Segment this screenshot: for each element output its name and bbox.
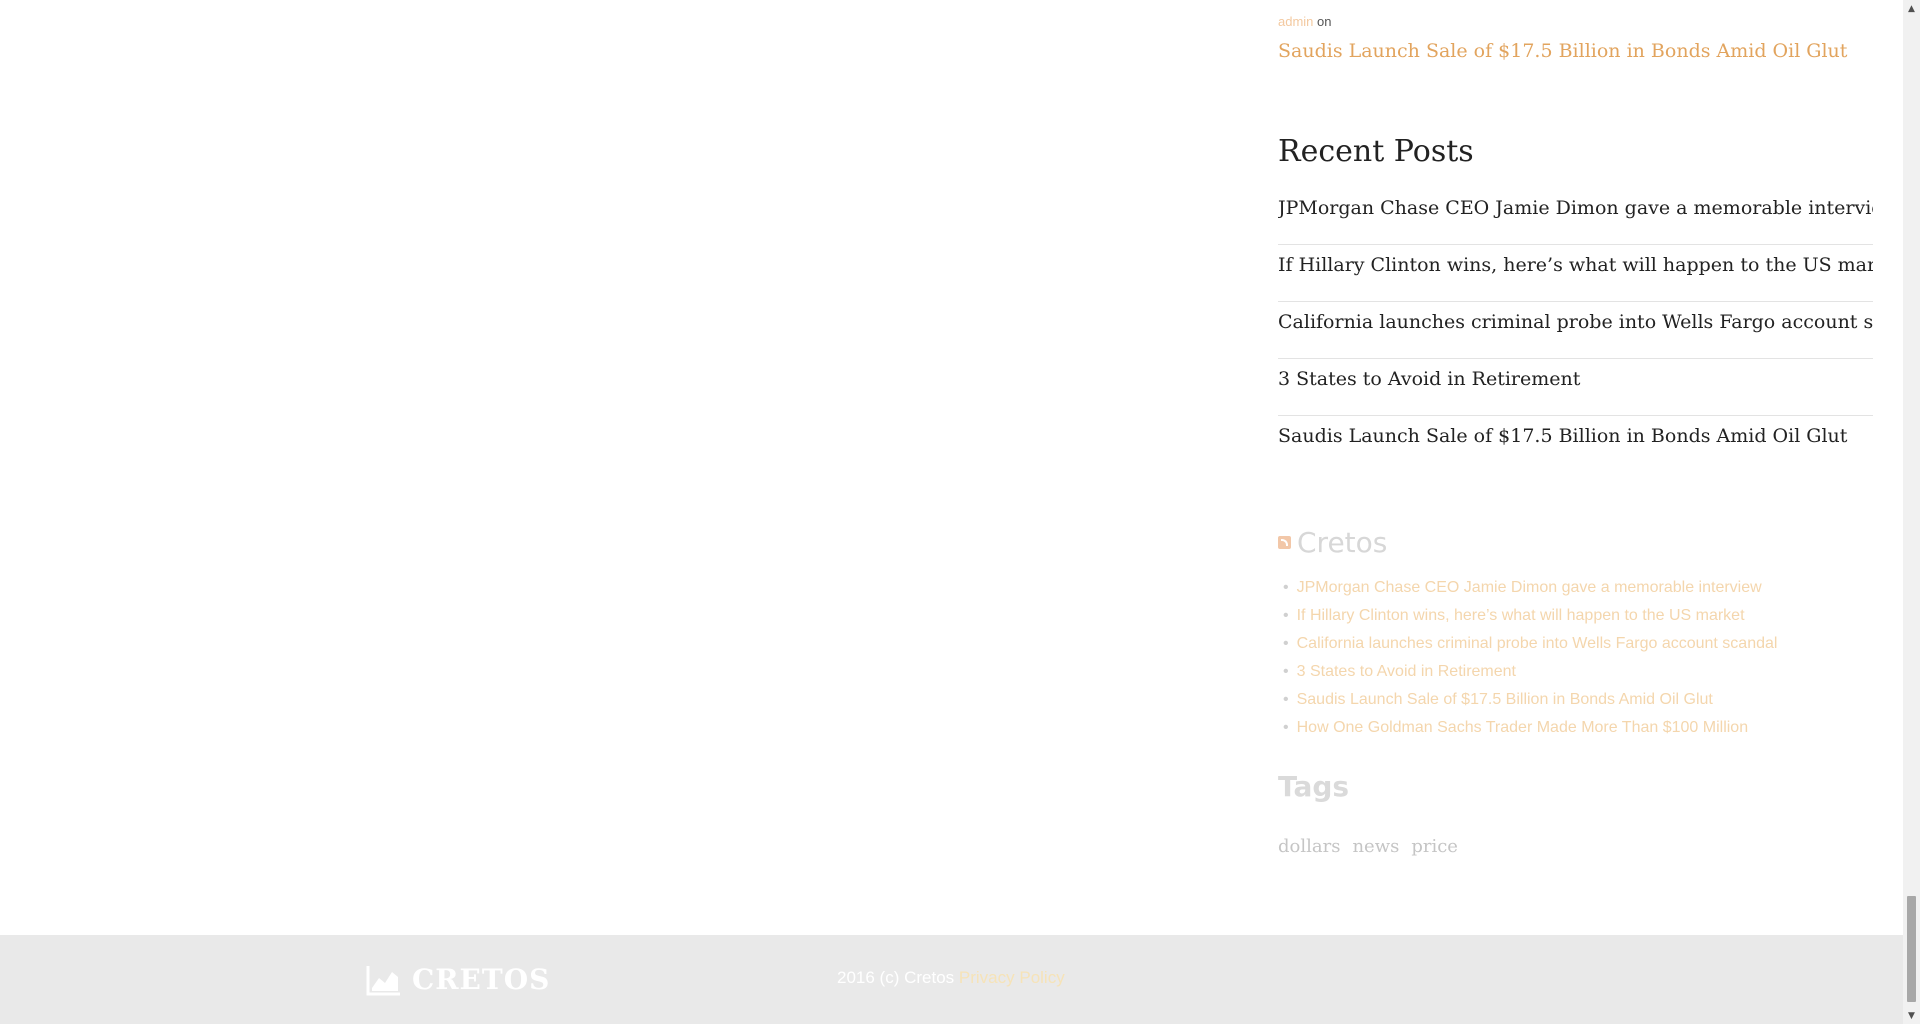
footer-logo-text: CRETOS xyxy=(412,963,551,996)
rss-item: • Saudis Launch Sale of $17.5 Billion in … xyxy=(1283,686,1777,714)
privacy-policy-link[interactable]: Privacy Policy xyxy=(959,968,1065,987)
rss-item: • California launches criminal probe into… xyxy=(1283,630,1777,658)
recent-posts-title: Recent Posts xyxy=(1278,134,1474,169)
footer-copyright: 2016 (c) Cretos Privacy Policy xyxy=(837,968,1065,988)
rss-item-link[interactable]: 3 States to Avoid in Retirement xyxy=(1297,663,1516,680)
rss-icon[interactable] xyxy=(1278,536,1291,549)
recent-posts-list: JPMorgan Chase CEO Jamie Dimon gave a me… xyxy=(1278,188,1873,473)
recent-post-link[interactable]: 3 States to Avoid in Retirement xyxy=(1278,359,1873,416)
scroll-down-arrow-icon[interactable]: ▼ xyxy=(1903,1007,1920,1024)
bullet-icon: • xyxy=(1283,663,1289,680)
recent-comment-meta: admin on xyxy=(1278,14,1332,29)
comment-on-text: on xyxy=(1317,14,1332,29)
rss-item-link[interactable]: If Hillary Clinton wins, here’s what wil… xyxy=(1297,607,1745,624)
rss-item: • How One Goldman Sachs Trader Made More … xyxy=(1283,714,1777,742)
chart-icon xyxy=(366,965,400,995)
rss-widget-title: Cretos xyxy=(1278,526,1387,559)
comment-author-link[interactable]: admin xyxy=(1278,14,1313,29)
tag-link[interactable]: news xyxy=(1352,836,1399,857)
rss-item: • If Hillary Clinton wins, here’s what wi… xyxy=(1283,602,1777,630)
recent-post-link[interactable]: California launches criminal probe into … xyxy=(1278,302,1873,359)
rss-item-link[interactable]: California launches criminal probe into … xyxy=(1297,635,1778,652)
comment-post-link[interactable]: Saudis Launch Sale of $17.5 Billion in B… xyxy=(1278,40,1847,62)
tag-link[interactable]: dollars xyxy=(1278,836,1340,857)
recent-post-link[interactable]: If Hillary Clinton wins, here’s what wil… xyxy=(1278,245,1873,302)
rss-item-link[interactable]: JPMorgan Chase CEO Jamie Dimon gave a me… xyxy=(1297,579,1762,596)
tag-link[interactable]: price xyxy=(1411,836,1458,857)
page: admin on Saudis Launch Sale of $17.5 Bil… xyxy=(0,0,1903,1024)
bullet-icon: • xyxy=(1283,719,1289,736)
rss-list: • JPMorgan Chase CEO Jamie Dimon gave a m… xyxy=(1283,574,1777,742)
rss-item-link[interactable]: Saudis Launch Sale of $17.5 Billion in B… xyxy=(1297,691,1713,708)
rss-item: • JPMorgan Chase CEO Jamie Dimon gave a m… xyxy=(1283,574,1777,602)
recent-post-link[interactable]: Saudis Launch Sale of $17.5 Billion in B… xyxy=(1278,416,1873,473)
scrollbar-thumb[interactable] xyxy=(1907,896,1916,1002)
rss-item-link[interactable]: How One Goldman Sachs Trader Made More T… xyxy=(1297,719,1748,736)
footer-logo[interactable]: CRETOS xyxy=(366,963,550,996)
copyright-text: 2016 (c) Cretos xyxy=(837,968,955,987)
rss-item: • 3 States to Avoid in Retirement xyxy=(1283,658,1777,686)
bullet-icon: • xyxy=(1283,579,1289,596)
tags-title: Tags xyxy=(1278,770,1350,803)
recent-post-link[interactable]: JPMorgan Chase CEO Jamie Dimon gave a me… xyxy=(1278,188,1873,245)
bullet-icon: • xyxy=(1283,607,1289,624)
bullet-icon: • xyxy=(1283,635,1289,652)
site-footer: CRETOS 2016 (c) Cretos Privacy Policy xyxy=(0,935,1903,1024)
rss-title-text[interactable]: Cretos xyxy=(1297,526,1387,559)
vertical-scrollbar[interactable]: ▲ ▼ xyxy=(1903,0,1920,1024)
scroll-up-arrow-icon[interactable]: ▲ xyxy=(1903,0,1920,17)
bullet-icon: • xyxy=(1283,691,1289,708)
tag-cloud: dollars news price xyxy=(1278,836,1458,857)
